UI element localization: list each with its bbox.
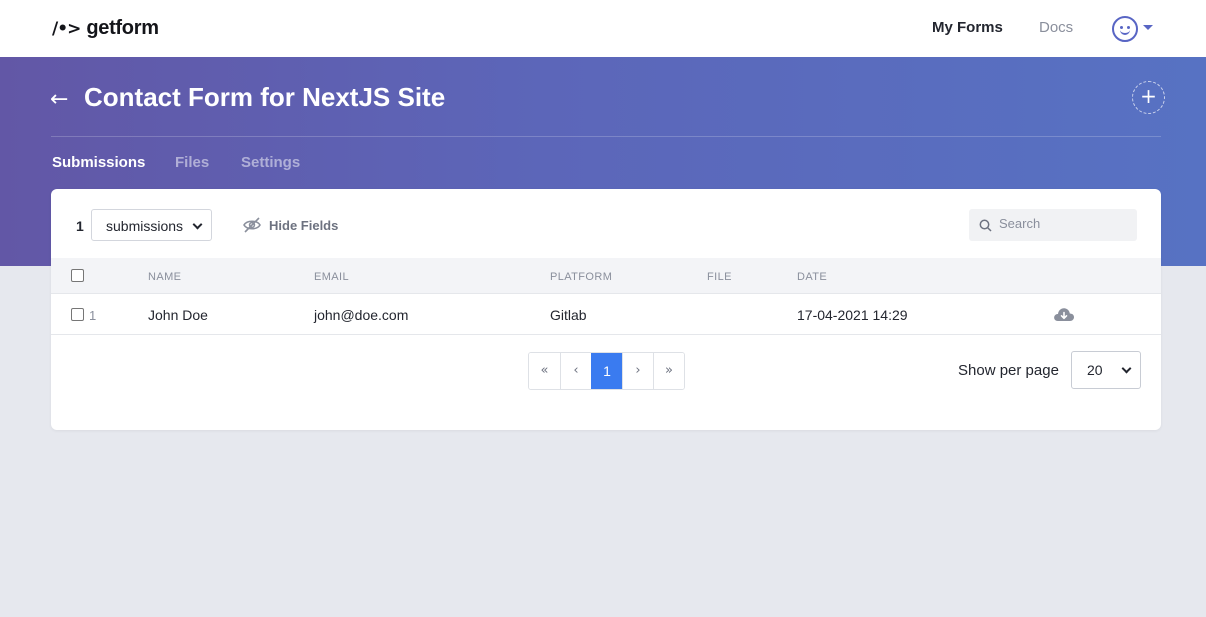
per-page-label: Show per page [958, 362, 1059, 379]
eye-slash-icon [243, 217, 261, 233]
pagination-last-button[interactable]: » [653, 353, 684, 389]
cell-name: John Doe [148, 307, 208, 323]
hide-fields-button[interactable]: Hide Fields [243, 217, 338, 233]
search-icon [979, 219, 992, 232]
chevron-down-icon [192, 219, 203, 230]
per-page-select[interactable]: 20 [1071, 351, 1141, 389]
search-box[interactable] [969, 209, 1137, 241]
row-index: 1 [89, 308, 97, 323]
tab-files[interactable]: Files [175, 154, 209, 171]
cell-platform: Gitlab [550, 307, 587, 323]
hide-fields-label: Hide Fields [269, 217, 339, 233]
cloud-download-icon[interactable] [1053, 306, 1075, 322]
column-header-name[interactable]: NAME [148, 271, 181, 283]
column-header-platform[interactable]: PLATFORM [550, 271, 612, 283]
chevron-down-icon[interactable] [1143, 25, 1153, 30]
chevron-down-icon [1121, 363, 1132, 374]
column-header-email[interactable]: EMAIL [314, 271, 349, 283]
table-row[interactable]: 1 John Doe john@doe.com Gitlab 17-04-202… [51, 294, 1161, 335]
view-select-value: submissions [106, 218, 184, 234]
cell-date: 17-04-2021 14:29 [797, 307, 908, 323]
pagination-next-button[interactable]: › [622, 353, 653, 389]
pagination-prev-button[interactable]: ‹ [560, 353, 591, 389]
pagination-first-button[interactable]: « [529, 353, 560, 389]
cell-email: john@doe.com [314, 307, 409, 323]
back-arrow-icon[interactable]: ← [50, 87, 68, 112]
add-icon[interactable]: + [1132, 81, 1165, 114]
divider [51, 136, 1161, 137]
pagination: « ‹ 1 › » [528, 352, 685, 390]
per-page-value: 20 [1087, 362, 1103, 378]
nav-docs-link[interactable]: Docs [1039, 19, 1073, 36]
nav-my-forms-link[interactable]: My Forms [932, 19, 1003, 36]
tab-submissions[interactable]: Submissions [52, 154, 145, 171]
logo[interactable]: /•> getform [52, 17, 159, 40]
view-select[interactable]: submissions [91, 209, 212, 241]
table-header: NAME EMAIL PLATFORM FILE DATE [51, 258, 1161, 294]
user-avatar-icon[interactable] [1112, 16, 1138, 42]
submission-count: 1 [76, 218, 84, 234]
select-all-checkbox[interactable] [71, 269, 84, 282]
column-header-date[interactable]: DATE [797, 271, 827, 283]
logo-text: getform [86, 17, 159, 39]
page-title: Contact Form for NextJS Site [84, 82, 446, 112]
row-checkbox[interactable] [71, 308, 84, 321]
search-input[interactable] [999, 216, 1129, 231]
top-navbar: /•> getform My Forms Docs [0, 0, 1206, 57]
tab-settings[interactable]: Settings [241, 154, 300, 171]
pagination-page-button[interactable]: 1 [591, 353, 622, 389]
column-header-file[interactable]: FILE [707, 271, 732, 283]
submissions-card: 1 submissions Hide Fields NAME EMAIL PLA… [51, 189, 1161, 430]
logo-mark-icon: /•> [52, 18, 81, 39]
